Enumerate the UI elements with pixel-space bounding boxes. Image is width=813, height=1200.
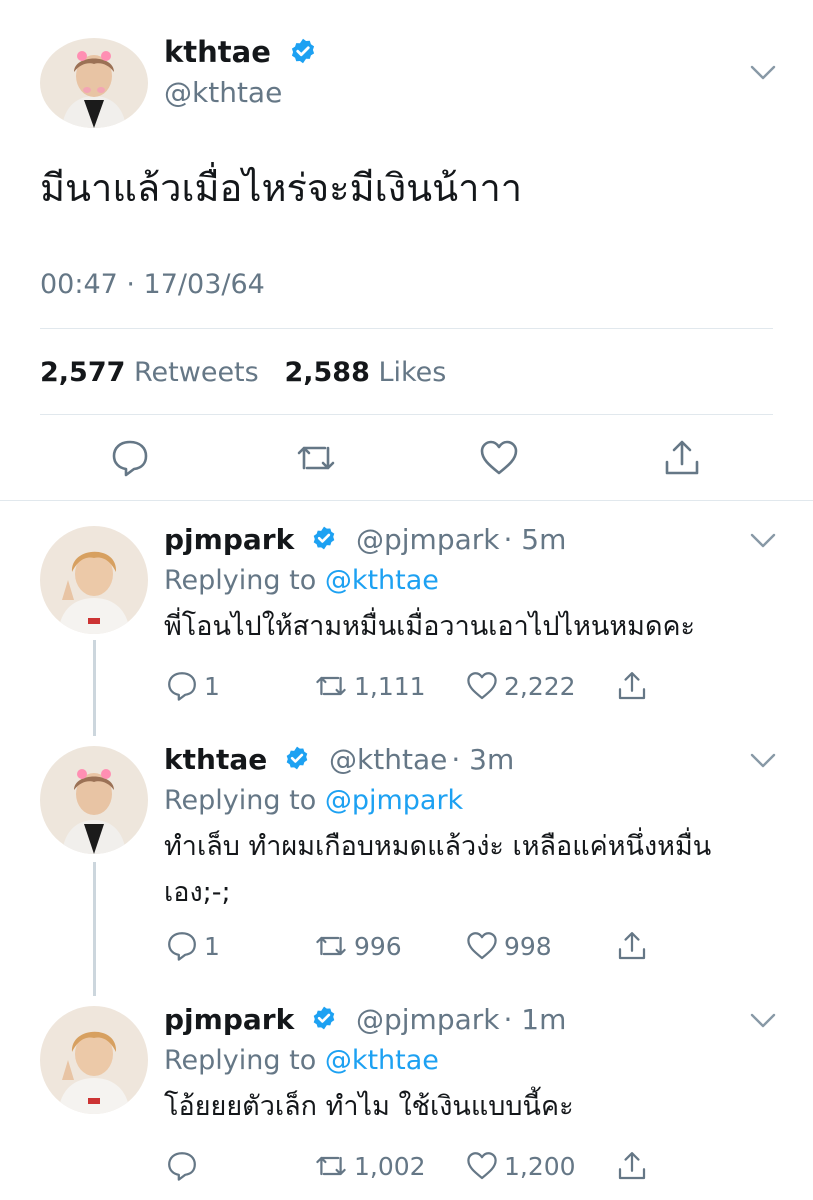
author-name[interactable]: pjmpark [164, 523, 294, 556]
share-button[interactable] [616, 1150, 648, 1182]
like-icon [467, 932, 497, 960]
retweet-icon[interactable] [295, 438, 337, 478]
reply-tweet[interactable]: pjmpark @pjmpark · 5m Replying to @kthtae… [0, 522, 813, 722]
mention-link[interactable]: @kthtae [325, 1045, 439, 1076]
author-handle[interactable]: @pjmpark [356, 1003, 500, 1036]
retweet-icon [316, 936, 346, 956]
avatar[interactable] [40, 746, 148, 854]
retweet-button[interactable]: 996 [314, 930, 402, 962]
chevron-down-icon[interactable] [750, 1012, 776, 1030]
main-tweet: kthtae @kthtae มีนาแล้วเมื่อไหร่จะมีเงิน… [0, 0, 813, 500]
reply-text: พี่โอนไปให้สามหมื่นเมื่อวานเอาไปไหนหมดคะ [164, 611, 696, 642]
like-button[interactable]: 1,200 [466, 1150, 576, 1182]
reply-button[interactable]: 1 [166, 930, 220, 962]
verified-icon [286, 746, 308, 770]
chevron-down-icon[interactable] [750, 64, 776, 82]
retweet-button[interactable]: 1,002 [314, 1150, 426, 1182]
verified-icon [313, 526, 335, 550]
reply-time[interactable]: · 3m [451, 743, 514, 776]
mention-link[interactable]: @kthtae [325, 565, 439, 596]
verified-icon [291, 38, 315, 64]
author-handle[interactable]: @pjmpark [356, 523, 500, 556]
retweet-icon [316, 1156, 346, 1176]
avatar[interactable] [40, 1006, 148, 1114]
author-handle[interactable]: @kthtae [164, 76, 282, 110]
author-name[interactable]: kthtae [164, 34, 317, 70]
tweet-timestamp[interactable]: 00:47 · 17/03/64 [40, 268, 265, 302]
tweet-stats: 2,577 Retweets 2,588 Likes [40, 355, 446, 391]
mention-link[interactable]: @pjmpark [325, 785, 463, 816]
reply-button[interactable] [166, 1150, 204, 1182]
like-button[interactable]: 2,222 [466, 670, 576, 702]
tweet-text: มีนาแล้วเมื่อไหร่จะมีเงินน้าาา [40, 166, 523, 210]
reply-text: ทำเล็บ ทำผมเกือบหมดแล้วง่ะ เหลือแค่หนึ่ง… [164, 831, 712, 908]
reply-header: pjmpark @pjmpark · 1m [164, 1002, 566, 1038]
replying-to: Replying to @kthtae [164, 1045, 439, 1076]
avatar[interactable] [40, 38, 148, 128]
share-icon [618, 932, 646, 960]
reply-icon [168, 932, 196, 961]
reply-header: kthtae @kthtae · 3m [164, 742, 514, 778]
share-icon [618, 672, 646, 700]
share-button[interactable] [616, 930, 648, 962]
reply-icon[interactable] [110, 438, 150, 478]
reply-icon [168, 672, 196, 701]
replying-to: Replying to @kthtae [164, 565, 439, 596]
share-icon[interactable] [662, 438, 702, 478]
retweet-button[interactable]: 1,111 [314, 670, 426, 702]
author-handle[interactable]: @kthtae [329, 743, 447, 776]
reply-time[interactable]: · 5m [504, 523, 567, 556]
reply-tweet[interactable]: pjmpark @pjmpark · 1m Replying to @kthtae… [0, 1002, 813, 1200]
author-name[interactable]: kthtae [164, 743, 267, 776]
reply-time[interactable]: · 1m [504, 1003, 567, 1036]
likes-stat[interactable]: 2,588 Likes [284, 357, 446, 388]
section-divider [0, 500, 813, 501]
replying-to: Replying to @pjmpark [164, 785, 464, 816]
chevron-down-icon[interactable] [750, 532, 776, 550]
reply-tweet[interactable]: kthtae @kthtae · 3m Replying to @pjmpark … [0, 742, 813, 982]
reply-header: pjmpark @pjmpark · 5m [164, 522, 566, 558]
like-icon[interactable] [479, 438, 519, 478]
reply-button[interactable]: 1 [166, 670, 220, 702]
share-button[interactable] [616, 670, 648, 702]
like-icon [467, 672, 497, 700]
like-button[interactable]: 998 [466, 930, 552, 962]
share-icon [618, 1152, 646, 1180]
reply-icon [168, 1152, 196, 1181]
divider [40, 414, 773, 415]
divider [40, 328, 773, 329]
avatar[interactable] [40, 526, 148, 634]
chevron-down-icon[interactable] [750, 752, 776, 770]
retweet-icon [316, 676, 346, 696]
author-name[interactable]: pjmpark [164, 1003, 294, 1036]
verified-icon [313, 1006, 335, 1030]
reply-text: โอ้ยยยตัวเล็ก ทำไม ใช้เงินแบบนี้คะ [164, 1091, 574, 1122]
retweets-stat[interactable]: 2,577 Retweets [40, 357, 259, 388]
like-icon [467, 1152, 497, 1180]
